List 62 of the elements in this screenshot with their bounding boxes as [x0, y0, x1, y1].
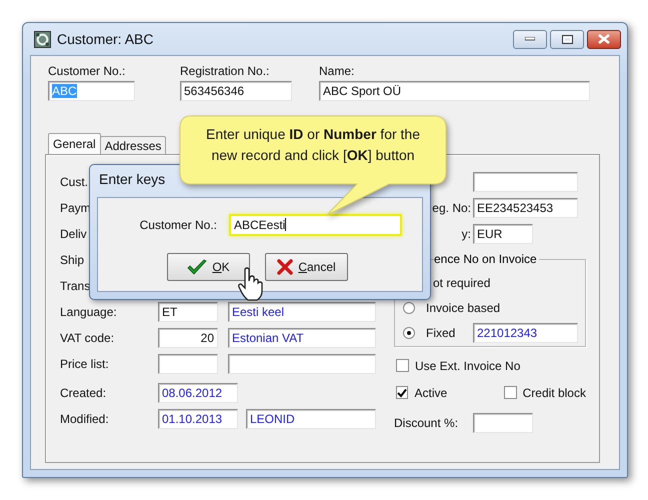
field-label: Ship [60, 253, 84, 267]
field-label: Customer No.: [138, 218, 217, 232]
radio-button[interactable] [403, 302, 415, 314]
app-icon [34, 30, 51, 48]
checkbox[interactable] [396, 386, 408, 399]
text-field[interactable] [473, 413, 533, 433]
checkbox[interactable] [504, 386, 517, 399]
code-field[interactable]: 20 [158, 328, 218, 348]
code-field[interactable] [158, 354, 218, 374]
date-field[interactable]: 08.06.2012 [158, 383, 238, 403]
close-button[interactable] [587, 30, 621, 48]
maximize-icon [562, 34, 572, 44]
text-field[interactable]: EE234523453 [473, 198, 578, 218]
field-label: Language: [60, 305, 118, 319]
field-label: Customer No.: [48, 64, 126, 78]
text-field[interactable]: ABC Sport OÜ [319, 81, 590, 101]
description-field[interactable]: Estonian VAT [228, 328, 376, 348]
minimize-icon [525, 37, 535, 41]
field-label: y: [462, 227, 471, 241]
code-field[interactable]: ET [158, 302, 218, 322]
text-field[interactable]: 221012343 [473, 322, 578, 342]
field-label: eg. No: [432, 201, 471, 215]
group-title: ence No on Invoice [434, 252, 539, 266]
description-field[interactable]: Eesti keel [228, 302, 376, 322]
minimize-button[interactable] [513, 30, 547, 48]
window-title: Customer: ABC [57, 31, 154, 47]
option-label: ot required [433, 276, 490, 290]
field-label: Price list: [60, 357, 110, 371]
field-label: Discount %: [394, 416, 458, 430]
text-field[interactable]: EUR [473, 224, 533, 244]
hand-cursor-icon [237, 267, 265, 301]
cross-icon [277, 259, 294, 275]
dialog-title: Enter keys [98, 170, 166, 189]
maximize-button[interactable] [550, 30, 584, 48]
checkbox-label: Use Ext. Invoice No [415, 358, 520, 372]
user-field[interactable]: LEONID [246, 409, 376, 429]
tab[interactable]: General [48, 133, 101, 154]
field-label: Cust. [60, 175, 88, 189]
field-label: Deliv [60, 227, 87, 241]
field-label: Registration No.: [180, 64, 270, 78]
field-label: Modified: [60, 412, 110, 426]
field-label: Trans [60, 279, 90, 293]
close-icon [598, 34, 610, 44]
option-label: Invoice based [426, 300, 500, 314]
checkbox[interactable] [396, 359, 409, 372]
option-label: Fixed [426, 326, 456, 340]
field-label: Created: [60, 386, 108, 400]
text-field[interactable] [473, 172, 578, 192]
description-field[interactable] [228, 354, 376, 374]
checkmark-icon [187, 259, 208, 275]
text-field[interactable]: 563456346 [180, 81, 292, 101]
input-field[interactable]: ABCEesti [229, 214, 402, 236]
checkbox-label: Credit block [522, 386, 586, 400]
ok-button[interactable]: OK [167, 253, 250, 281]
tab[interactable]: Addresses [100, 136, 166, 154]
radio-button[interactable] [403, 326, 415, 338]
field-label: Name: [319, 64, 356, 78]
date-field[interactable]: 01.10.2013 [158, 409, 238, 429]
checkbox-label: Active [414, 386, 448, 400]
field-label: VAT code: [60, 331, 116, 345]
cancel-button[interactable]: Cancel [265, 253, 348, 281]
callout-text: Enter unique ID or Number for the new record and click [OK] button [204, 125, 422, 165]
